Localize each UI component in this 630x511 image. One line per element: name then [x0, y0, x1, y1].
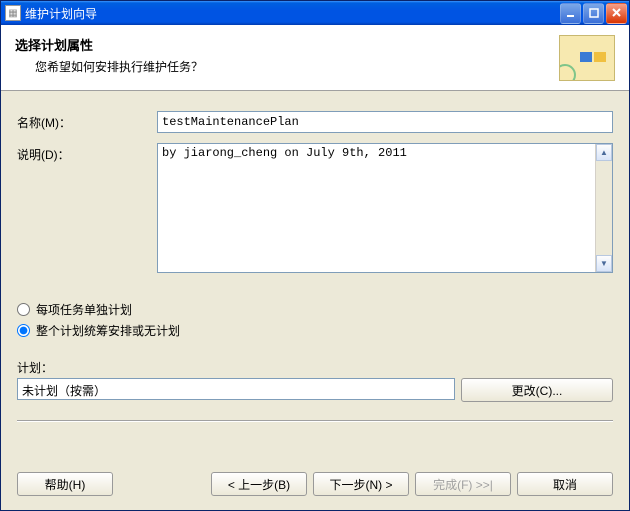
- finish-button: 完成(F) >>|: [415, 472, 511, 496]
- app-icon: ▦: [5, 5, 21, 21]
- next-button[interactable]: 下一步(N) >: [313, 472, 409, 496]
- maximize-button[interactable]: [583, 3, 604, 24]
- name-input[interactable]: [157, 111, 613, 133]
- scroll-up-icon[interactable]: ▲: [596, 144, 612, 161]
- schedule-radio-group: 每项任务单独计划 整个计划统筹安排或无计划: [17, 301, 613, 343]
- scroll-down-icon[interactable]: ▼: [596, 255, 612, 272]
- page-title: 选择计划属性: [15, 35, 551, 54]
- window-title: 维护计划向导: [25, 5, 560, 22]
- wizard-window: ▦ 维护计划向导 选择计划属性 您希望如何安排执行维护任务？ 名称(M)： 说明…: [0, 0, 630, 511]
- radio-separate-schedules[interactable]: 每项任务单独计划: [17, 301, 613, 318]
- radio-single-schedule[interactable]: 整个计划统筹安排或无计划: [17, 322, 613, 339]
- wizard-header: 选择计划属性 您希望如何安排执行维护任务？: [1, 25, 629, 91]
- help-button[interactable]: 帮助(H): [17, 472, 113, 496]
- schedule-display: 未计划（按需）: [17, 378, 455, 400]
- close-button[interactable]: [606, 3, 627, 24]
- schedule-label: 计划：: [17, 359, 613, 376]
- description-text: by jiarong_cheng on July 9th, 2011: [158, 144, 595, 272]
- wizard-footer: 帮助(H) < 上一步(B) 下一步(N) > 完成(F) >>| 取消: [1, 460, 629, 510]
- titlebar: ▦ 维护计划向导: [1, 1, 629, 25]
- footer-separator: [17, 420, 613, 422]
- description-textarea[interactable]: by jiarong_cheng on July 9th, 2011 ▲ ▼: [157, 143, 613, 273]
- radio-single-input[interactable]: [17, 324, 30, 337]
- page-subtitle: 您希望如何安排执行维护任务？: [15, 58, 551, 75]
- description-label: 说明(D)：: [17, 143, 157, 163]
- radio-separate-input[interactable]: [17, 303, 30, 316]
- name-label: 名称(M)：: [17, 111, 157, 131]
- cancel-button[interactable]: 取消: [517, 472, 613, 496]
- textarea-scrollbar[interactable]: ▲ ▼: [595, 144, 612, 272]
- minimize-button[interactable]: [560, 3, 581, 24]
- radio-single-label: 整个计划统筹安排或无计划: [36, 322, 180, 339]
- back-button[interactable]: < 上一步(B): [211, 472, 307, 496]
- change-schedule-button[interactable]: 更改(C)...: [461, 378, 613, 402]
- radio-separate-label: 每项任务单独计划: [36, 301, 132, 318]
- wizard-banner-icon: [559, 35, 615, 81]
- wizard-body: 名称(M)： 说明(D)： by jiarong_cheng on July 9…: [1, 91, 629, 460]
